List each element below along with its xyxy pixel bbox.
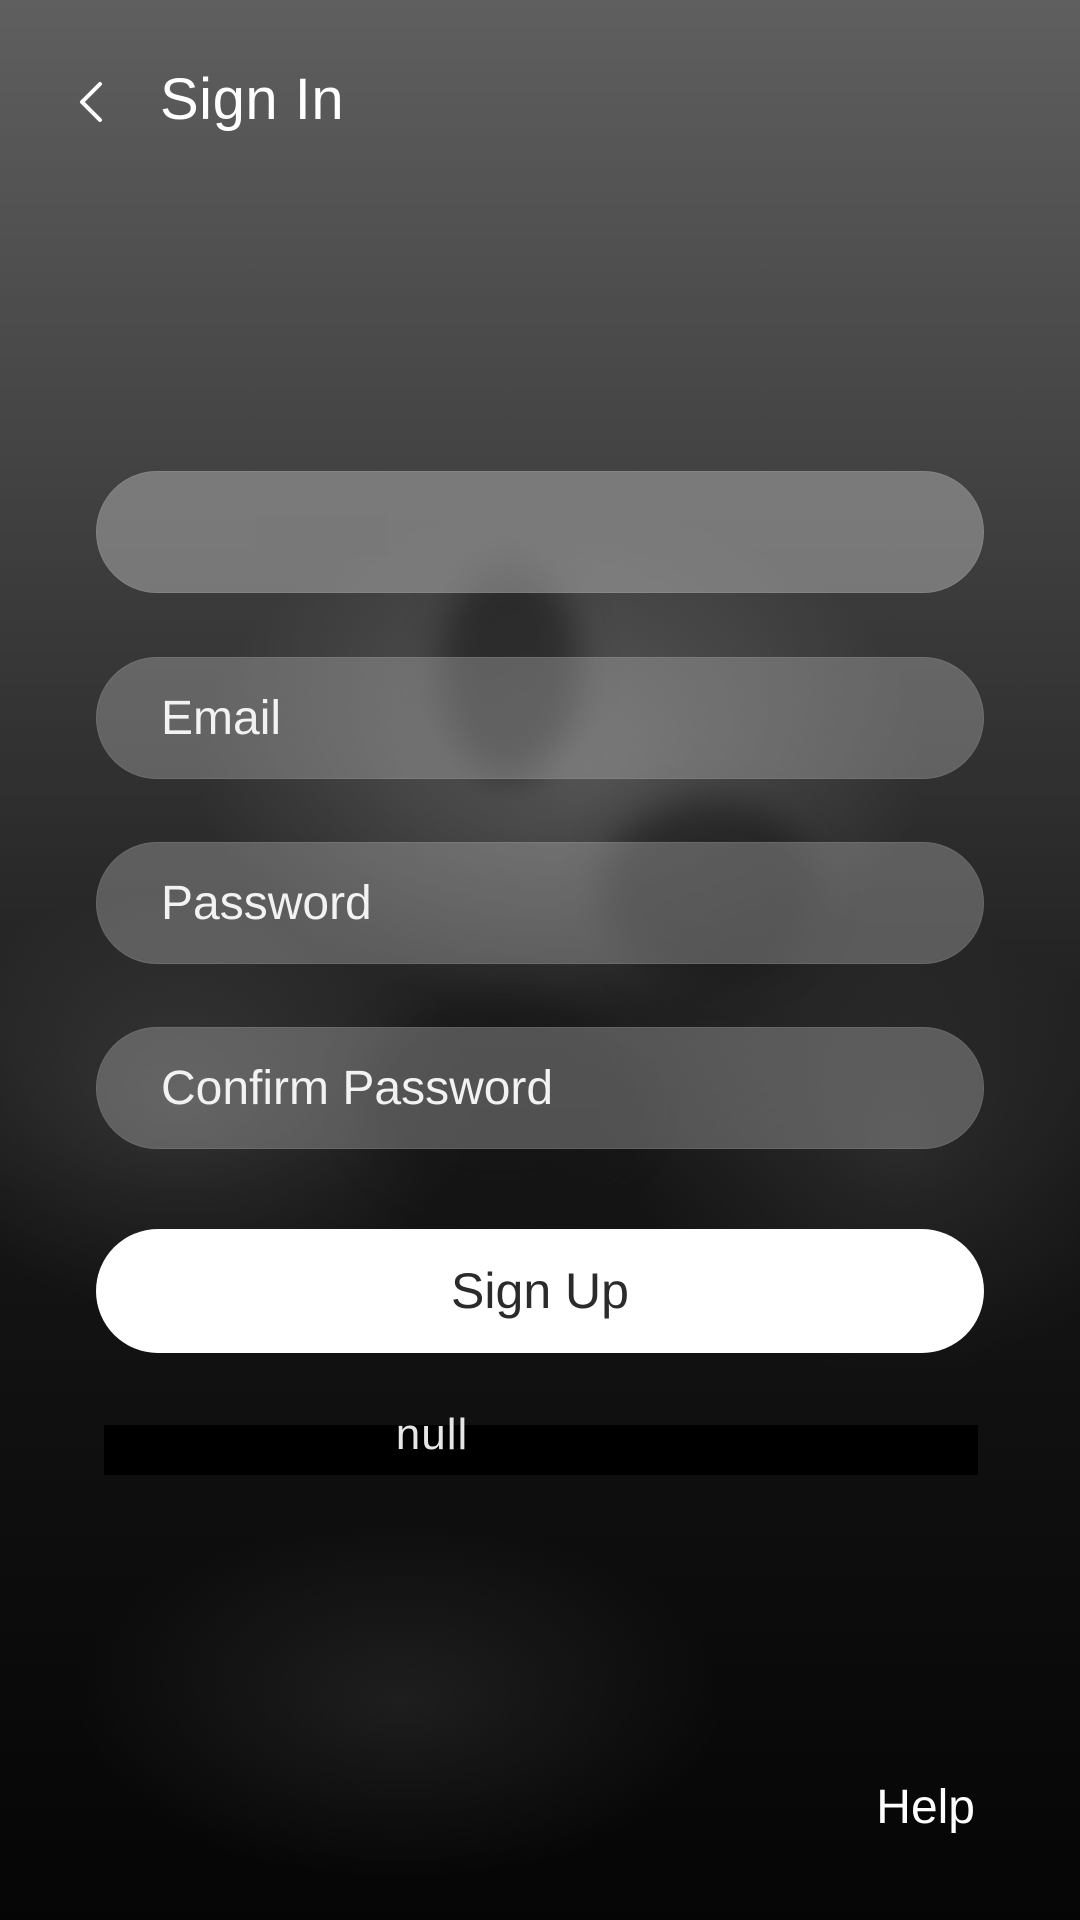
name-input[interactable] <box>97 472 983 592</box>
chevron-left-icon <box>80 82 102 122</box>
status-message-text: null <box>395 1410 469 1459</box>
confirm-password-field[interactable] <box>96 1027 984 1149</box>
email-field[interactable] <box>96 657 984 779</box>
header: Sign In <box>0 0 1080 200</box>
status-message-bar: null <box>104 1410 978 1475</box>
sign-up-button[interactable]: Sign Up <box>96 1229 984 1353</box>
password-input[interactable] <box>97 843 983 963</box>
email-input[interactable] <box>97 658 983 778</box>
redacted-text-block <box>257 515 387 555</box>
back-button[interactable] <box>62 66 122 136</box>
confirm-password-input[interactable] <box>97 1028 983 1148</box>
help-link[interactable]: Help <box>876 1778 975 1838</box>
name-field[interactable] <box>96 471 984 593</box>
password-field[interactable] <box>96 842 984 964</box>
page-title: Sign In <box>160 67 345 132</box>
